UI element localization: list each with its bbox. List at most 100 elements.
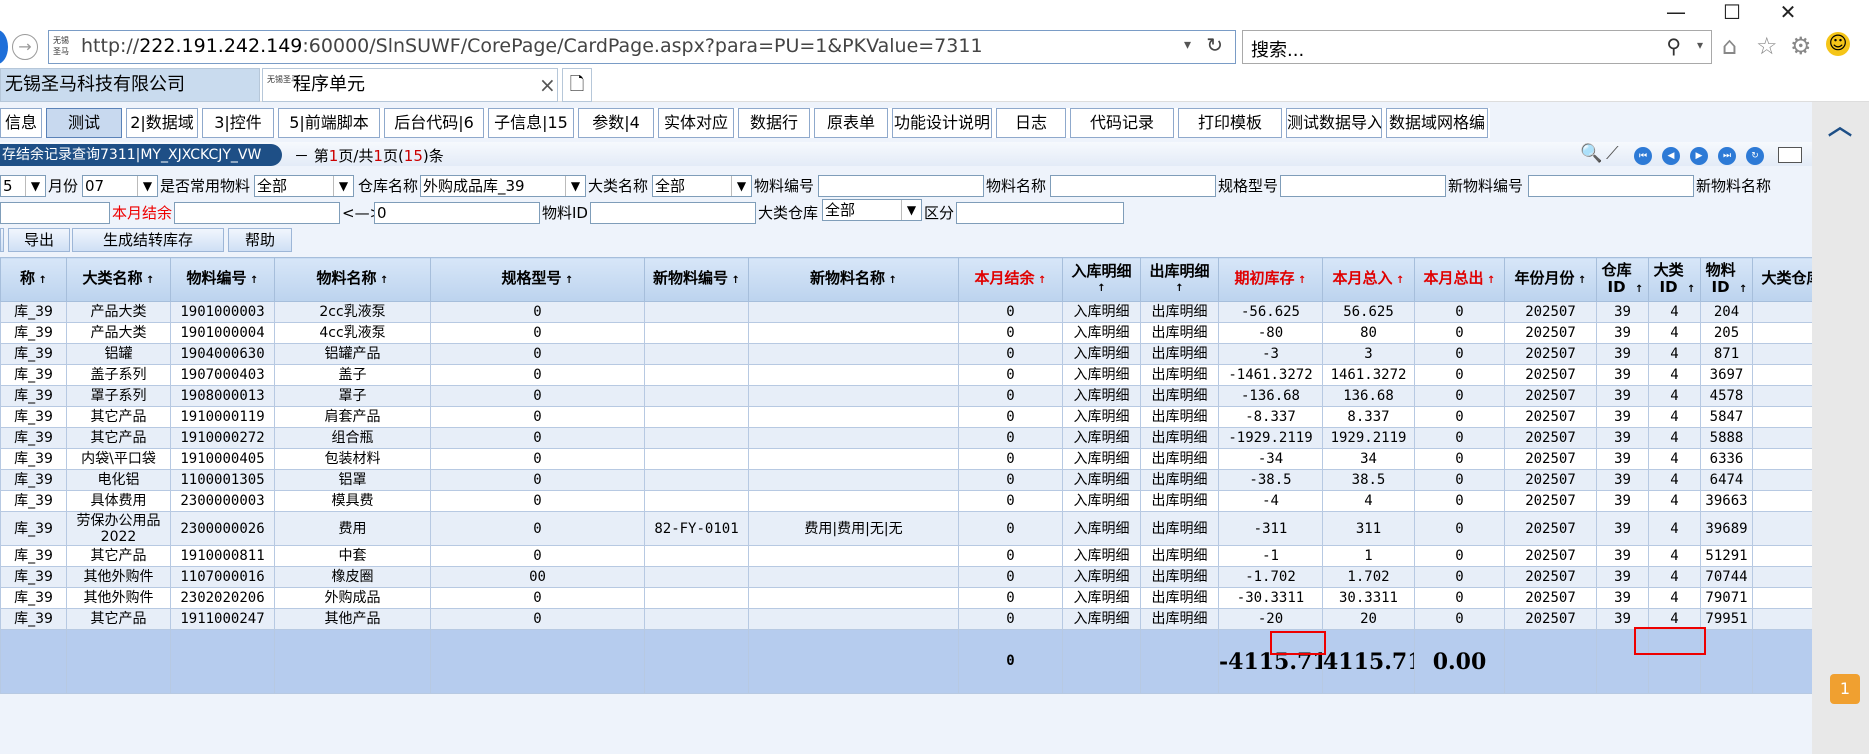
header-col-item-id[interactable]: 物料ID ↑ — [1700, 257, 1753, 302]
tab-function-design[interactable]: 功能设计说明 — [892, 108, 992, 138]
cell-col-out-detail[interactable]: 出库明细 — [1140, 448, 1219, 470]
header-col-name[interactable]: 称 ↑ — [0, 257, 67, 302]
refresh-page-icon[interactable]: ↻ — [1746, 147, 1764, 165]
browser-tab-company[interactable]: 无锡圣马科技有限公司 — [0, 68, 260, 102]
cell-col-in-detail[interactable]: 入库明细 — [1062, 406, 1141, 428]
search-box[interactable]: 搜索... ⚲ ▾ — [1242, 30, 1712, 64]
tab-test-data-import[interactable]: 测试数据导入 — [1286, 108, 1382, 138]
cell-col-out-detail[interactable]: 出库明细 — [1140, 322, 1219, 344]
header-col-opening[interactable]: 期初库存 ↑ — [1218, 257, 1323, 302]
cell-col-out-detail[interactable]: 出库明细 — [1140, 587, 1219, 609]
maximize-button[interactable]: ☐ — [1704, 0, 1760, 26]
table-row[interactable]: 库_39 其他外购件 1107000016 橡皮圈 00 0 入库明细 出库明细 -1.702 1… — [0, 566, 1812, 588]
next-page-icon[interactable]: ▶ — [1690, 147, 1708, 165]
tab-controls[interactable]: 3|控件 — [202, 108, 274, 138]
header-col-new-name[interactable]: 新物料名称 ↑ — [748, 257, 959, 302]
cell-col-out-detail[interactable]: 出库明细 — [1140, 343, 1219, 365]
last-page-icon[interactable]: ⏭ — [1718, 147, 1736, 165]
cell-col-out-detail[interactable]: 出库明细 — [1140, 301, 1219, 323]
cell-col-in-detail[interactable]: 入库明细 — [1062, 364, 1141, 386]
address-bar[interactable]: 无锡圣马 http://222.191.242.149:60000/SlnSUW… — [48, 30, 1236, 64]
table-row[interactable]: 库_39 其它产品 1910000811 中套 0 0 入库明细 出库明细 -1 1 0 202507… — [0, 545, 1812, 567]
header-col-warehouse-id[interactable]: 仓库ID ↑ — [1596, 257, 1649, 302]
tab-log[interactable]: 日志 — [996, 108, 1066, 138]
prev-page-icon[interactable]: ◀ — [1662, 147, 1680, 165]
generate-carryover-button[interactable]: 生成结转库存 — [72, 228, 224, 252]
cell-col-in-detail[interactable]: 入库明细 — [1062, 469, 1141, 491]
search-dropdown-icon[interactable]: ▾ — [1697, 38, 1703, 52]
search-input[interactable]: 搜索... — [1251, 36, 1304, 62]
forward-icon[interactable]: → — [12, 34, 38, 60]
export-button[interactable]: 导出 — [8, 228, 70, 252]
search-magnifier-icon[interactable]: 🔍 — [1580, 143, 1602, 164]
item-name-input[interactable] — [1050, 175, 1216, 197]
table-row[interactable]: 库_39 其他外购件 2302020206 外购成品 0 0 入库明细 出库明细 -30.331… — [0, 587, 1812, 609]
table-row[interactable]: 库_39 铝罐 1904000630 铝罐产品 0 0 入库明细 出库明细 -3 3 0 202507… — [0, 343, 1812, 365]
table-row[interactable]: 库_39 具体费用 2300000003 模具费 0 0 入库明细 出库明细 -4 4 0 20250… — [0, 490, 1812, 512]
search-icon[interactable]: ⚲ — [1666, 34, 1681, 58]
header-col-year-month[interactable]: 年份月份 ↑ — [1504, 257, 1597, 302]
month-select[interactable]: 07 ▼ — [82, 175, 158, 197]
cell-col-out-detail[interactable]: 出库明细 — [1140, 385, 1219, 407]
cell-col-out-detail[interactable]: 出库明细 — [1140, 608, 1219, 630]
cell-col-out-detail[interactable]: 出库明细 — [1140, 566, 1219, 588]
tab-frontend-script[interactable]: 5|前端脚本 — [278, 108, 380, 138]
cell-col-in-detail[interactable]: 入库明细 — [1062, 322, 1141, 344]
minimize-button[interactable]: — — [1648, 0, 1704, 26]
tab-entity-mapping[interactable]: 实体对应 — [658, 108, 734, 138]
cell-col-in-detail[interactable]: 入库明细 — [1062, 385, 1141, 407]
cell-col-in-detail[interactable]: 入库明细 — [1062, 566, 1141, 588]
new-item-code-input[interactable] — [1528, 175, 1694, 197]
header-col-category-warehouse[interactable]: 大类仓库 ↑ — [1752, 257, 1812, 302]
home-icon[interactable]: ⌂ — [1722, 32, 1737, 60]
cell-col-in-detail[interactable]: 入库明细 — [1062, 587, 1141, 609]
header-col-total-in[interactable]: 本月总入 ↑ — [1322, 257, 1415, 302]
cell-col-out-detail[interactable]: 出库明细 — [1140, 545, 1219, 567]
category-select[interactable]: 全部 ▼ — [652, 175, 752, 197]
year-select[interactable]: 5 ▼ — [0, 175, 46, 197]
first-page-icon[interactable]: ⏮ — [1634, 147, 1652, 165]
tab-info[interactable]: 信息 — [0, 108, 42, 138]
url-dropdown-icon[interactable]: ▾ — [1184, 37, 1191, 53]
cell-col-out-detail[interactable]: 出库明细 — [1140, 469, 1219, 491]
header-col-category-id[interactable]: 大类ID ↑ — [1648, 257, 1701, 302]
close-window-button[interactable]: ✕ — [1760, 0, 1816, 26]
favorites-star-icon[interactable]: ☆ — [1756, 32, 1778, 60]
item-code-input[interactable] — [818, 175, 984, 197]
tab-close-icon[interactable]: × — [539, 69, 556, 101]
notification-badge-icon[interactable]: 1 — [1830, 674, 1860, 704]
zone-input[interactable] — [956, 202, 1124, 224]
warehouse-select[interactable]: 外购成品库_39 ▼ — [420, 175, 586, 197]
header-col-category[interactable]: 大类名称 ↑ — [66, 257, 171, 302]
header-col-balance[interactable]: 本月结余 ↑ — [958, 257, 1063, 302]
category-warehouse-select[interactable]: 全部 ▼ — [822, 199, 922, 221]
tab-test[interactable]: 测试 — [46, 108, 122, 138]
cell-col-in-detail[interactable]: 入库明细 — [1062, 448, 1141, 470]
table-row[interactable]: 库_39 其它产品 1910000272 组合瓶 0 0 入库明细 出库明细 -1929.211… — [0, 427, 1812, 449]
url-text[interactable]: http://222.191.242.149:60000/SlnSUWF/Cor… — [81, 35, 983, 57]
item-id-input[interactable] — [590, 202, 756, 224]
tab-data-rows[interactable]: 数据行 — [738, 108, 810, 138]
header-col-new-code[interactable]: 新物料编号 ↑ — [644, 257, 749, 302]
spec-input[interactable] — [1280, 175, 1446, 197]
header-col-in-detail[interactable]: 入库明细 ↑ — [1062, 257, 1141, 302]
cell-col-in-detail[interactable]: 入库明细 — [1062, 608, 1141, 630]
cell-col-out-detail[interactable]: 出库明细 — [1140, 406, 1219, 428]
tab-sub-info[interactable]: 子信息|15 — [488, 108, 574, 138]
table-row[interactable]: 库_39 盖子系列 1907000403 盖子 0 0 入库明细 出库明细 -1461.3272… — [0, 364, 1812, 386]
smiley-icon[interactable]: ☺ — [1826, 32, 1850, 56]
table-row[interactable]: 库_39 劳保办公用品2022 2300000026 费用 0 82-FY-0101 费用|… — [0, 511, 1812, 546]
table-row[interactable]: 库_39 罩子系列 1908000013 罩子 0 0 入库明细 出库明细 -136.68 136… — [0, 385, 1812, 407]
help-button[interactable]: 帮助 — [228, 228, 292, 252]
cell-col-in-detail[interactable]: 入库明细 — [1062, 545, 1141, 567]
refresh-icon[interactable]: ↻ — [1206, 33, 1223, 57]
vertical-scrollbar[interactable]: ︿ 1 — [1812, 102, 1869, 754]
cell-col-in-detail[interactable]: 入库明细 — [1062, 301, 1141, 323]
table-row[interactable]: 库_39 其它产品 1911000247 其他产品 0 0 入库明细 出库明细 -20 20 0 20… — [0, 608, 1812, 630]
gear-icon[interactable]: ⚙ — [1790, 32, 1812, 60]
query-button-edge[interactable] — [0, 228, 4, 252]
tab-print-template[interactable]: 打印模板 — [1178, 108, 1282, 138]
balance-to-input[interactable]: 0 — [374, 202, 540, 224]
common-material-select[interactable]: 全部 ▼ — [254, 175, 354, 197]
browser-tab-program-unit[interactable]: 无锡圣马 程序单元 × — [262, 68, 558, 102]
